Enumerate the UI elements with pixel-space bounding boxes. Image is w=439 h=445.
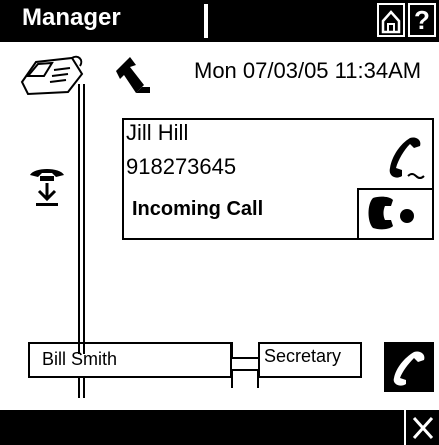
header-divider	[204, 4, 208, 38]
back-arrow-icon[interactable]	[112, 55, 152, 97]
answer-call-button[interactable]	[357, 188, 432, 238]
call-status: Incoming Call	[132, 198, 264, 220]
home-button[interactable]	[377, 3, 405, 37]
home-icon	[381, 10, 401, 34]
help-icon: ?	[414, 5, 430, 35]
help-button[interactable]: ?	[408, 3, 436, 37]
hold-transfer-icon[interactable]	[26, 165, 68, 213]
connection-line-right-bottom	[83, 378, 85, 398]
handset-button[interactable]	[384, 342, 434, 392]
party-name-right: Secretary	[264, 346, 342, 366]
close-icon	[412, 416, 434, 440]
desk-phone-icon	[20, 55, 84, 96]
footer-bar	[0, 410, 439, 445]
handset-answer-icon	[368, 196, 414, 230]
datetime-display: Mon 07/03/05 11:34AM	[194, 58, 422, 83]
call-connector-icon	[231, 342, 259, 388]
handset-icon	[393, 351, 425, 386]
caller-number: 918273645	[126, 154, 237, 179]
party-name-left: Bill Smith	[42, 349, 118, 369]
page-title: Manager	[22, 4, 121, 31]
connection-line-left-bottom	[78, 378, 80, 398]
connection-line-right	[83, 84, 85, 354]
handset-ringing-icon	[389, 137, 425, 179]
caller-name: Jill Hill	[126, 120, 189, 145]
close-button[interactable]	[404, 410, 439, 445]
connection-line-left	[78, 84, 80, 354]
